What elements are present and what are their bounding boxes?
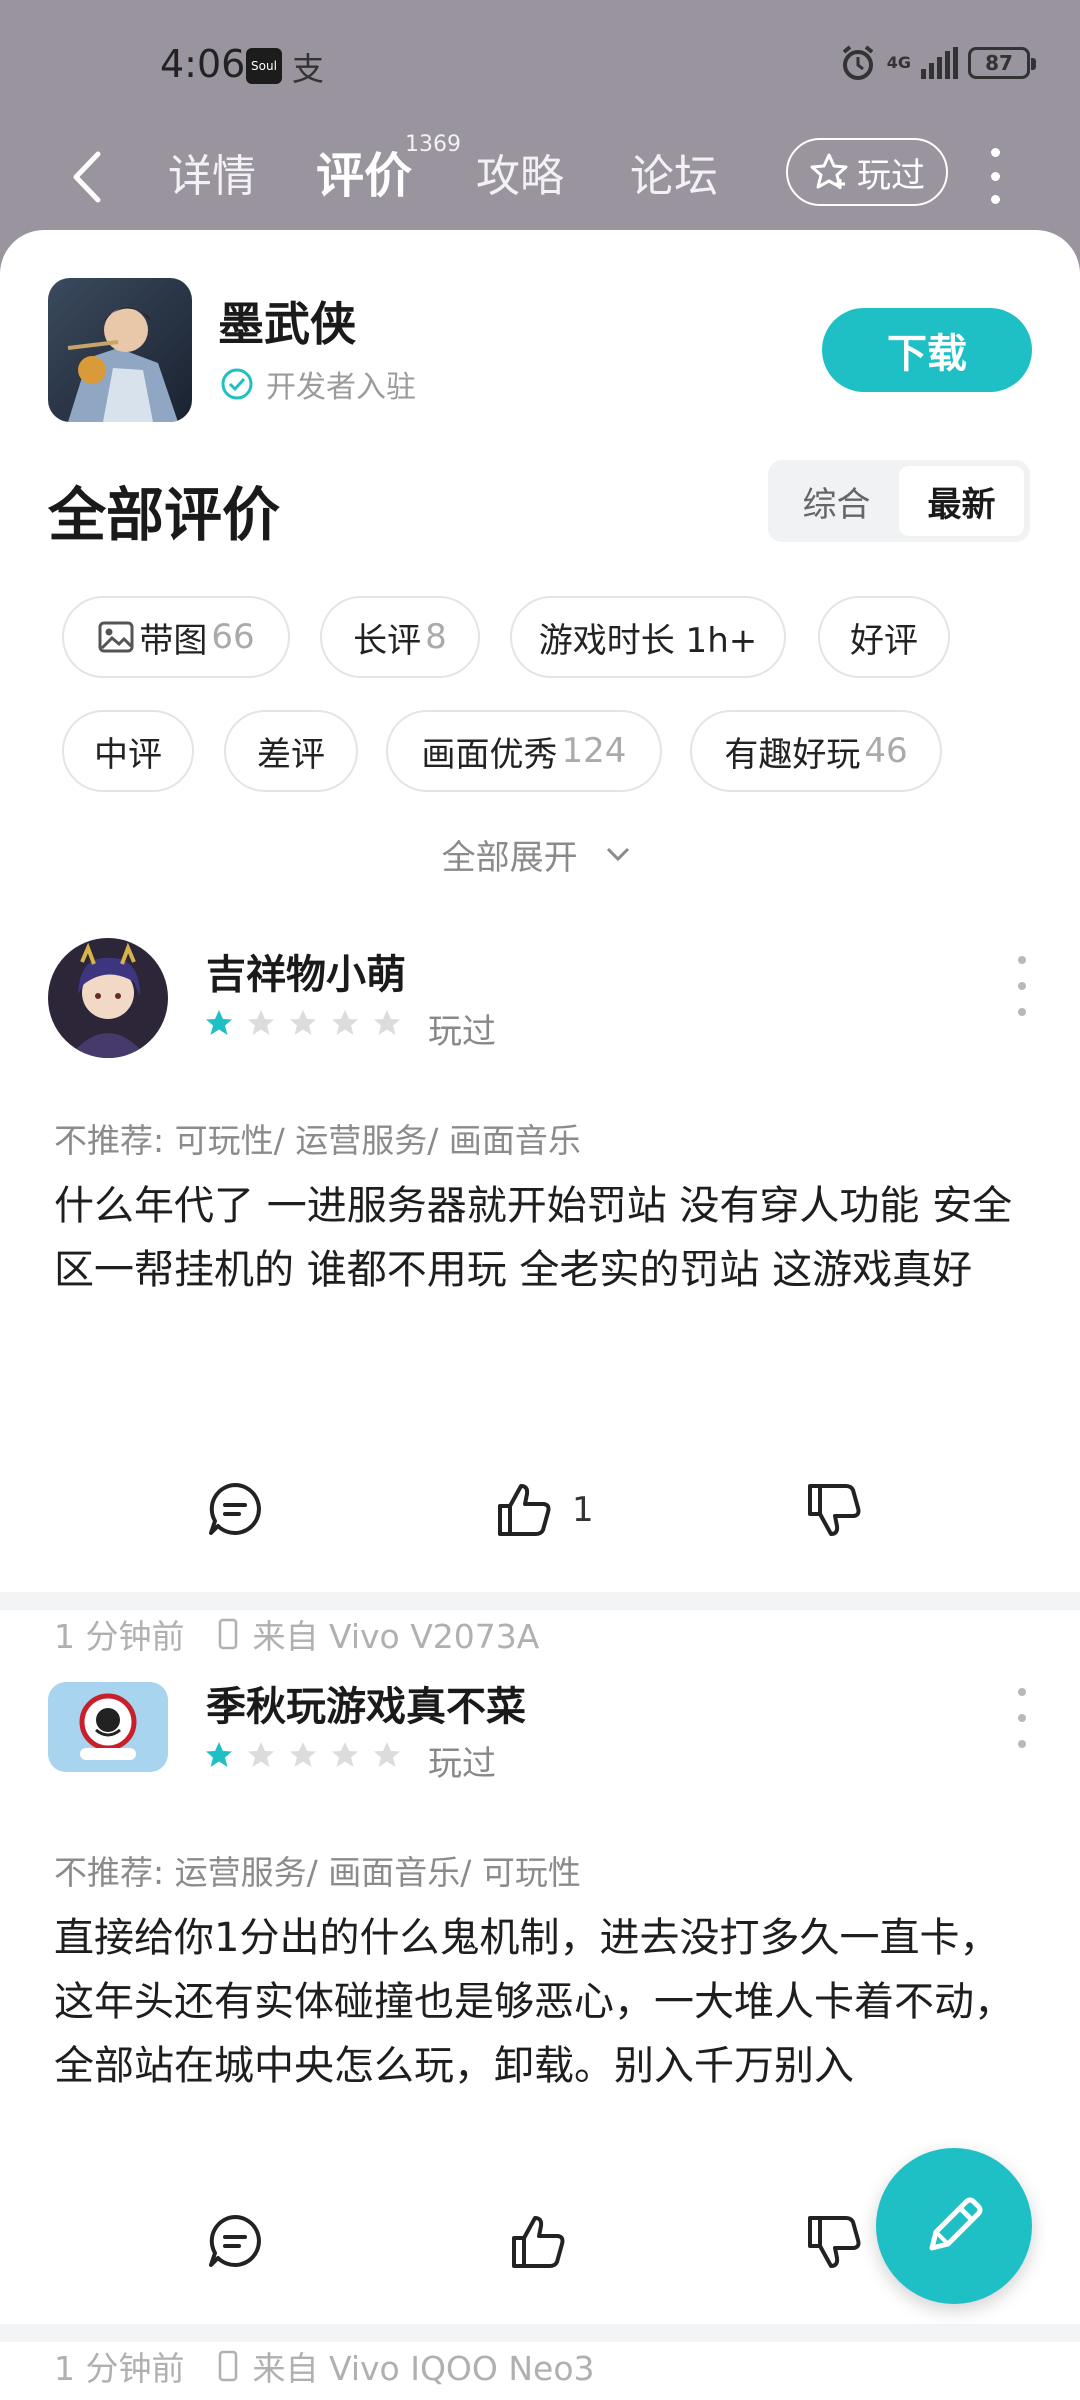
section-title: 全部评价 [48,481,281,549]
star-icon [290,1010,316,1035]
chevron-down-icon [607,847,630,861]
avatar[interactable] [48,1682,168,1772]
review-actions: 1 [0,1480,1080,1560]
content-sheet: 墨武侠 开发者入驻 下载 全部评价 综合 最新 带图 66 长评 8 游戏时长 … [0,230,1080,2400]
image-icon [98,621,134,653]
review-card: 吉祥物小萌 玩过 不推荐: 可玩性/ 运营服务/ 画面音乐 什么年代了 一进服务… [0,938,1080,1656]
thumbs-up-icon [512,2216,565,2268]
sort-comprehensive[interactable]: 综合 [774,466,899,536]
reviewer-name[interactable]: 季秋玩游戏真不菜 [206,1674,526,1732]
star-icon [290,1742,316,1767]
comment-button[interactable] [206,1480,264,1538]
alipay-icon: 支 [292,50,325,88]
avatar[interactable] [48,938,168,1058]
divider [0,2324,1080,2342]
expand-all-label: 全部展开 [441,838,578,878]
star-rating [204,1740,402,1770]
filter-chip-fun[interactable]: 有趣好玩 46 [690,710,942,792]
write-review-button[interactable] [876,2148,1032,2304]
star-plus-icon [810,153,848,189]
top-nav: 详情 评价 1369 攻略 论坛 玩过 [0,130,1080,230]
battery-icon: 87 [968,47,1036,79]
thumbs-down-icon [808,1484,861,1536]
developer-badge: 开发者入驻 [220,362,416,406]
thumbs-down-icon [808,2216,861,2268]
played-label: 玩过 [857,155,925,196]
review-meta: 1 分钟前 来自 Vivo V2073A [54,1610,539,1658]
soul-app-icon: Soul [246,48,282,84]
review-time: 1 分钟前 [54,2349,185,2388]
played-status: 玩过 [428,1744,496,1784]
filter-chip-with-images[interactable]: 带图 66 [62,596,290,678]
review-device: 来自 Vivo V2073A [252,1617,540,1656]
expand-all-button[interactable]: 全部展开 [0,830,1080,879]
review-tags: 不推荐: 运营服务/ 画面音乐/ 可玩性 [54,1853,581,1892]
review-meta: 1 分钟前 来自 Vivo IQOO Neo3 [54,2342,595,2390]
filter-chip-playtime[interactable]: 游戏时长 1h+ [510,596,786,678]
review-tags: 不推荐: 可玩性/ 运营服务/ 画面音乐 [54,1121,581,1160]
verified-check-icon [221,368,253,400]
filter-chip-long-review[interactable]: 长评 8 [320,596,480,678]
review-body[interactable]: 什么年代了 一进服务器就开始罚站 没有穿人功能 安全区一帮挂机的 谁都不用玩 全… [54,1174,1034,1302]
network-type: 4G [886,53,911,72]
review-more-icon[interactable] [1012,956,1032,1016]
comment-button[interactable] [206,2212,264,2270]
star-rating [204,1008,402,1038]
review-device: 来自 Vivo IQOO Neo3 [252,2349,595,2388]
more-menu-icon[interactable] [980,148,1010,204]
divider [0,1592,1080,1610]
dislike-button[interactable] [804,2212,864,2272]
star-icon [374,1010,400,1035]
filter-chip-great-visuals[interactable]: 画面优秀 124 [386,710,662,792]
review-more-icon[interactable] [1012,1688,1032,1748]
signal-icon [921,47,958,79]
alarm-icon [842,45,874,80]
phone-icon [218,2350,237,2382]
filter-chip-negative[interactable]: 差评 [224,710,358,792]
star-icon [206,1742,232,1767]
played-status: 玩过 [428,1012,496,1052]
reviewer-name[interactable]: 吉祥物小萌 [206,942,406,1000]
tab-reviews[interactable]: 评价 [316,136,412,206]
like-count: 1 [572,1490,594,1530]
review-count-badge: 1369 [405,132,461,157]
like-button[interactable]: 1 [494,1480,594,1540]
filter-chip-positive[interactable]: 好评 [818,596,950,678]
star-icon [248,1742,274,1767]
tab-details[interactable]: 详情 [168,140,256,204]
review-body[interactable]: 直接给你1分出的什么鬼机制，进去没打多久一直卡，这年头还有实体碰撞也是够恶心，一… [54,1906,1034,2098]
comment-icon [209,2215,261,2267]
tab-guides[interactable]: 攻略 [476,140,564,204]
back-arrow-icon[interactable] [60,142,120,212]
status-bar: 4:06 Soul 支 4G 87 [0,0,1080,130]
status-right: 4G 87 [839,44,1036,82]
tab-forum[interactable]: 论坛 [630,140,718,204]
star-icon [248,1010,274,1035]
review-time: 1 分钟前 [54,1617,185,1656]
comment-icon [209,1483,261,1535]
star-icon [332,1742,358,1767]
sort-toggle: 综合 最新 [768,460,1030,542]
like-button[interactable] [508,2212,586,2272]
game-title: 墨武侠 [218,297,356,351]
game-icon[interactable] [48,278,192,422]
star-icon [332,1010,358,1035]
download-button[interactable]: 下载 [822,308,1032,392]
filter-chip-neutral[interactable]: 中评 [62,710,194,792]
played-button[interactable]: 玩过 [786,138,948,206]
star-icon [374,1742,400,1767]
thumbs-up-icon [498,1484,551,1536]
phone-icon [218,1618,237,1650]
developer-badge-label: 开发者入驻 [266,370,416,405]
sort-latest[interactable]: 最新 [899,466,1024,536]
status-time: 4:06 [160,42,246,86]
star-icon [206,1010,232,1035]
pencil-icon [929,2197,983,2251]
dislike-button[interactable] [804,1480,864,1540]
